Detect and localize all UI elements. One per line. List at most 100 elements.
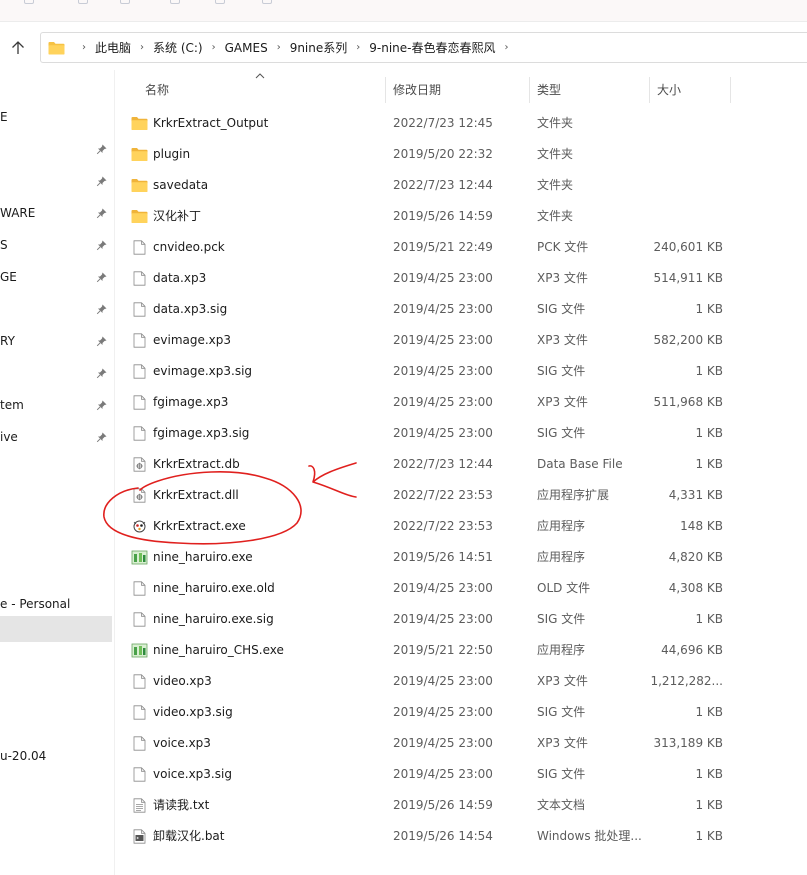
file-row[interactable]: savedata 2022/7/23 12:44 文件夹 [115, 170, 807, 201]
file-row[interactable]: KrkrExtract.dll 2022/7/22 23:53 应用程序扩展 4,33… [115, 480, 807, 511]
sidebar-item[interactable]: ive [0, 423, 112, 451]
chevron-right-icon[interactable]: › [356, 42, 360, 53]
file-row[interactable]: nine_haruiro_CHS.exe 2019/5/21 22:50 应用程序 4… [115, 635, 807, 666]
file-name: nine_haruiro.exe.old [153, 581, 275, 595]
file-type: XP3 文件 [537, 736, 588, 750]
pin-icon[interactable] [96, 431, 108, 443]
sidebar-item[interactable]: tem [0, 391, 112, 419]
file-row[interactable]: cnvideo.pck 2019/5/21 22:49 PCK 文件 240,601 … [115, 232, 807, 263]
pin-icon[interactable] [96, 239, 108, 251]
file-date-modified: 2019/4/25 23:00 [393, 426, 493, 440]
chevron-right-icon[interactable]: › [212, 42, 216, 53]
sidebar-item[interactable] [0, 616, 112, 642]
file-size: 4,331 KB [668, 488, 723, 502]
file-row[interactable]: 请读我.txt 2019/5/26 14:59 文本文档 1 KB [115, 790, 807, 821]
file-icon [133, 581, 146, 596]
sidebar-item[interactable]: S [0, 231, 112, 259]
file-row[interactable]: KrkrExtract_Output 2022/7/23 12:45 文件夹 [115, 108, 807, 139]
chevron-right-icon[interactable]: › [140, 42, 144, 53]
pin-icon[interactable] [96, 303, 108, 315]
file-row[interactable]: video.xp3.sig 2019/4/25 23:00 SIG 文件 1 KB [115, 697, 807, 728]
file-row[interactable]: fgimage.xp3.sig 2019/4/25 23:00 SIG 文件 1 KB [115, 418, 807, 449]
column-header-date[interactable]: 修改日期 [385, 75, 529, 105]
chevron-right-icon[interactable]: › [277, 42, 281, 53]
sidebar-item-label: GE [0, 270, 17, 284]
file-row[interactable]: data.xp3.sig 2019/4/25 23:00 SIG 文件 1 KB [115, 294, 807, 325]
column-header-name[interactable]: 名称 [137, 75, 385, 105]
file-date-modified: 2022/7/22 23:53 [393, 519, 493, 533]
column-header-type[interactable]: 类型 [529, 75, 649, 105]
file-size: 514,911 KB [653, 271, 723, 285]
up-arrow-icon[interactable] [8, 38, 28, 58]
sidebar-item[interactable] [0, 295, 112, 323]
sidebar-item[interactable] [0, 167, 112, 195]
sidebar-item[interactable] [0, 359, 112, 387]
file-name: voice.xp3 [153, 736, 211, 750]
toolbar-ghost-icon [262, 0, 272, 4]
file-date-modified: 2019/5/20 22:32 [393, 147, 493, 161]
chevron-right-icon[interactable]: › [505, 42, 509, 53]
file-row[interactable]: nine_haruiro.exe.sig 2019/4/25 23:00 SIG 文… [115, 604, 807, 635]
file-size: 240,601 KB [653, 240, 723, 254]
sidebar-item[interactable]: GE [0, 263, 112, 291]
folder-icon [131, 117, 148, 130]
db-file-icon [133, 457, 146, 472]
file-row[interactable]: KrkrExtract.exe 2022/7/22 23:53 应用程序 148 KB [115, 511, 807, 542]
address-bar[interactable]: › 此电脑 › 系统 (C:) › GAMES › 9nine系列 › 9-nine-春色春恋春熙… [40, 32, 807, 63]
file-type: 文件夹 [537, 209, 574, 223]
breadcrumb-item[interactable]: GAMES [225, 41, 268, 55]
folder-icon [131, 179, 148, 192]
file-date-modified: 2019/5/26 14:51 [393, 550, 493, 564]
column-header-size[interactable]: 大小 [649, 75, 729, 105]
breadcrumb-item[interactable]: 此电脑 [95, 39, 131, 56]
file-name: KrkrExtract.db [153, 457, 240, 471]
file-type: SIG 文件 [537, 302, 586, 316]
file-size: 313,189 KB [653, 736, 723, 750]
folder-icon [131, 148, 148, 161]
file-row[interactable]: evimage.xp3.sig 2019/4/25 23:00 SIG 文件 1 KB [115, 356, 807, 387]
file-row[interactable]: fgimage.xp3 2019/4/25 23:00 XP3 文件 511,968 … [115, 387, 807, 418]
file-row[interactable]: voice.xp3 2019/4/25 23:00 XP3 文件 313,189 KB [115, 728, 807, 759]
breadcrumb-item[interactable]: 9-nine-春色春恋春熙风 [369, 39, 495, 56]
pin-icon[interactable] [96, 335, 108, 347]
sidebar-item[interactable]: RY [0, 327, 112, 355]
file-name: evimage.xp3 [153, 333, 232, 347]
column-separator[interactable] [730, 77, 731, 103]
file-name: 请读我.txt [153, 798, 210, 812]
file-row[interactable]: plugin 2019/5/20 22:32 文件夹 [115, 139, 807, 170]
file-size: 1 KB [695, 364, 723, 378]
file-row[interactable]: data.xp3 2019/4/25 23:00 XP3 文件 514,911 KB [115, 263, 807, 294]
file-row[interactable]: KrkrExtract.db 2022/7/23 12:44 Data Base F… [115, 449, 807, 480]
chevron-right-icon[interactable]: › [82, 42, 86, 53]
sidebar-item[interactable]: u-20.04 [0, 742, 112, 770]
sidebar-item[interactable]: WARE [0, 199, 112, 227]
file-icon [133, 240, 146, 255]
file-date-modified: 2019/4/25 23:00 [393, 612, 493, 626]
file-row[interactable]: voice.xp3.sig 2019/4/25 23:00 SIG 文件 1 KB [115, 759, 807, 790]
file-size: 582,200 KB [653, 333, 723, 347]
file-row[interactable]: video.xp3 2019/4/25 23:00 XP3 文件 1,212,282.… [115, 666, 807, 697]
file-row[interactable]: 汉化补丁 2019/5/26 14:59 文件夹 [115, 201, 807, 232]
pin-icon[interactable] [96, 271, 108, 283]
file-name: nine_haruiro.exe.sig [153, 612, 274, 626]
file-name: data.xp3.sig [153, 302, 228, 316]
breadcrumb-item[interactable]: 9nine系列 [290, 39, 348, 56]
pin-icon[interactable] [96, 175, 108, 187]
file-type: 文件夹 [537, 116, 574, 130]
sidebar-item-label: e - Personal [0, 597, 71, 611]
file-row[interactable]: evimage.xp3 2019/4/25 23:00 XP3 文件 582,200 … [115, 325, 807, 356]
breadcrumb-item[interactable]: 系统 (C:) [153, 39, 203, 56]
pin-icon[interactable] [96, 367, 108, 379]
sidebar-item[interactable] [0, 135, 112, 163]
pin-icon[interactable] [96, 399, 108, 411]
file-size: 1,212,282... [650, 674, 723, 688]
sidebar-item[interactable]: e - Personal [0, 590, 112, 618]
krkr-exe-icon [133, 520, 146, 533]
file-row[interactable]: nine_haruiro.exe.old 2019/4/25 23:00 OLD 文… [115, 573, 807, 604]
file-row[interactable]: 卸载汉化.bat 2019/5/26 14:54 Windows 批处理... 1 K… [115, 821, 807, 852]
sidebar-item[interactable]: E [0, 103, 112, 131]
folder-icon [131, 210, 148, 223]
pin-icon[interactable] [96, 207, 108, 219]
pin-icon[interactable] [96, 143, 108, 155]
file-row[interactable]: nine_haruiro.exe 2019/5/26 14:51 应用程序 4,820… [115, 542, 807, 573]
